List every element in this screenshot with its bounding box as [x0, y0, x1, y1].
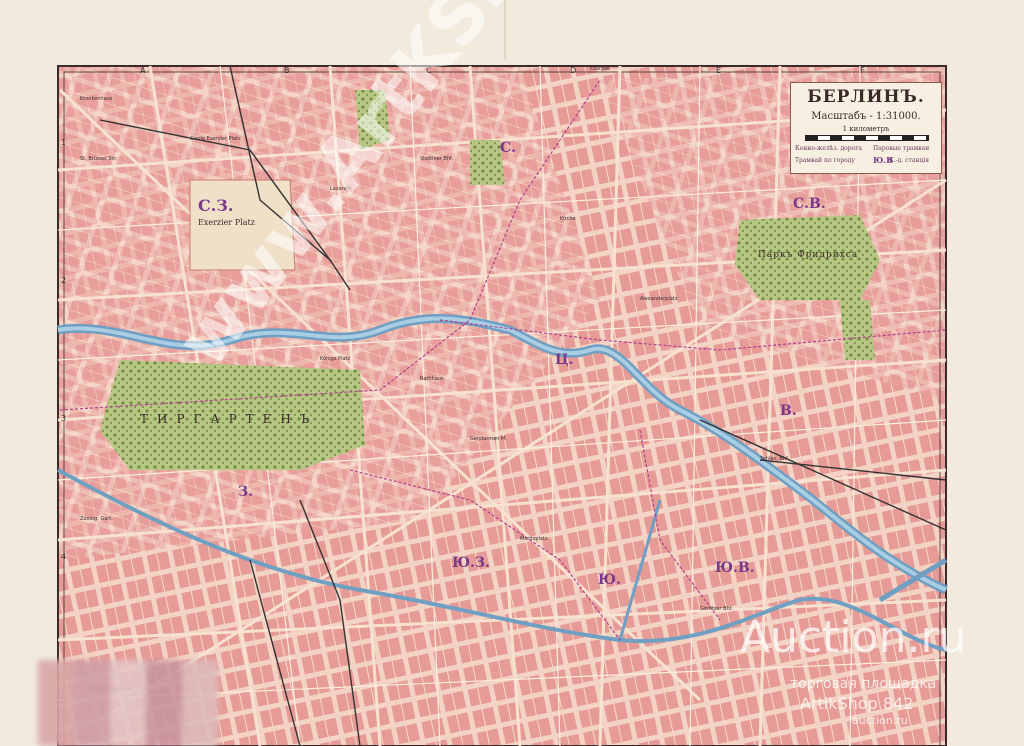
auction-sub-watermark: торговая площадка	[790, 676, 937, 692]
redacted-area	[38, 660, 218, 746]
district-label-z: З.	[238, 484, 253, 500]
svg-text:Stettiner Bhf.: Stettiner Bhf.	[420, 156, 453, 162]
column-letter: F	[860, 66, 865, 75]
svg-text:Alexanderplatz: Alexanderplatz	[640, 296, 678, 302]
column-letter: D	[570, 66, 577, 75]
district-label-s: С.	[500, 140, 517, 156]
column-letter: B	[284, 66, 290, 75]
district-label-ts: Ц.	[555, 352, 574, 368]
district-label-yuv: Ю.В.	[715, 560, 755, 576]
row-number: 2	[61, 276, 67, 285]
district-label-v: В.	[780, 403, 797, 419]
legend-item: Трамвай по городу	[795, 157, 855, 164]
svg-text:Moritzplatz: Moritzplatz	[520, 536, 548, 542]
svg-text:Kronkenhaus: Kronkenhaus	[80, 96, 113, 102]
svg-text:Schles. Bhf.: Schles. Bhf.	[760, 456, 789, 462]
district-label-sz: С.З.	[198, 196, 234, 215]
row-number: 4	[61, 552, 67, 561]
svg-text:Zoolog. Gart.: Zoolog. Gart.	[80, 516, 113, 522]
legend-item: Ж.-д. станція	[887, 157, 930, 164]
legend-item: Паровые трамваи	[873, 145, 930, 152]
svg-text:Garde Exerzier Platz: Garde Exerzier Platz	[190, 136, 241, 142]
svg-text:Görlitzer Bhf.: Görlitzer Bhf.	[700, 606, 733, 612]
map-legend: БЕРЛИНЪ. Масштабъ - 1:31000. 1 километръ…	[790, 82, 942, 174]
svg-text:Rathhaus: Rathhaus	[420, 376, 444, 382]
legend-item: Конно-желѣз. дорога	[795, 145, 862, 152]
auction-sub-watermark: auction.ru	[852, 714, 908, 727]
district-label-yu: Ю.	[598, 572, 621, 588]
svg-text:St. Brüssel Str.: St. Brüssel Str.	[80, 156, 117, 162]
column-letter: E	[716, 66, 722, 75]
scale-bar	[805, 135, 929, 141]
district-label-sv: С.В.	[793, 196, 826, 212]
column-letter: A	[140, 66, 146, 75]
svg-text:Kirche: Kirche	[560, 216, 576, 222]
svg-text:Königs Platz: Königs Platz	[320, 356, 350, 362]
legend-badge: Ю.В	[873, 155, 893, 165]
map-title: БЕРЛИНЪ.	[807, 87, 925, 107]
park-label: Паркъ Фридрихса	[758, 250, 859, 260]
auction-brand-watermark: Auction.ru	[740, 612, 967, 663]
scale-unit: 1 километръ	[842, 125, 890, 133]
row-number: 3	[61, 414, 67, 423]
svg-text:Gendarmen M.: Gendarmen M.	[470, 436, 507, 442]
map-scale: Масштабъ - 1:31000.	[811, 111, 921, 122]
svg-text:Exerzier: Exerzier	[590, 66, 611, 72]
row-number: 1	[61, 138, 67, 147]
auction-sub-watermark: ArtikShop 842	[800, 694, 914, 713]
tiergarten-label: ТИРГАРТЕНЪ	[140, 412, 319, 426]
district-label-yuz: Ю.З.	[452, 555, 490, 571]
